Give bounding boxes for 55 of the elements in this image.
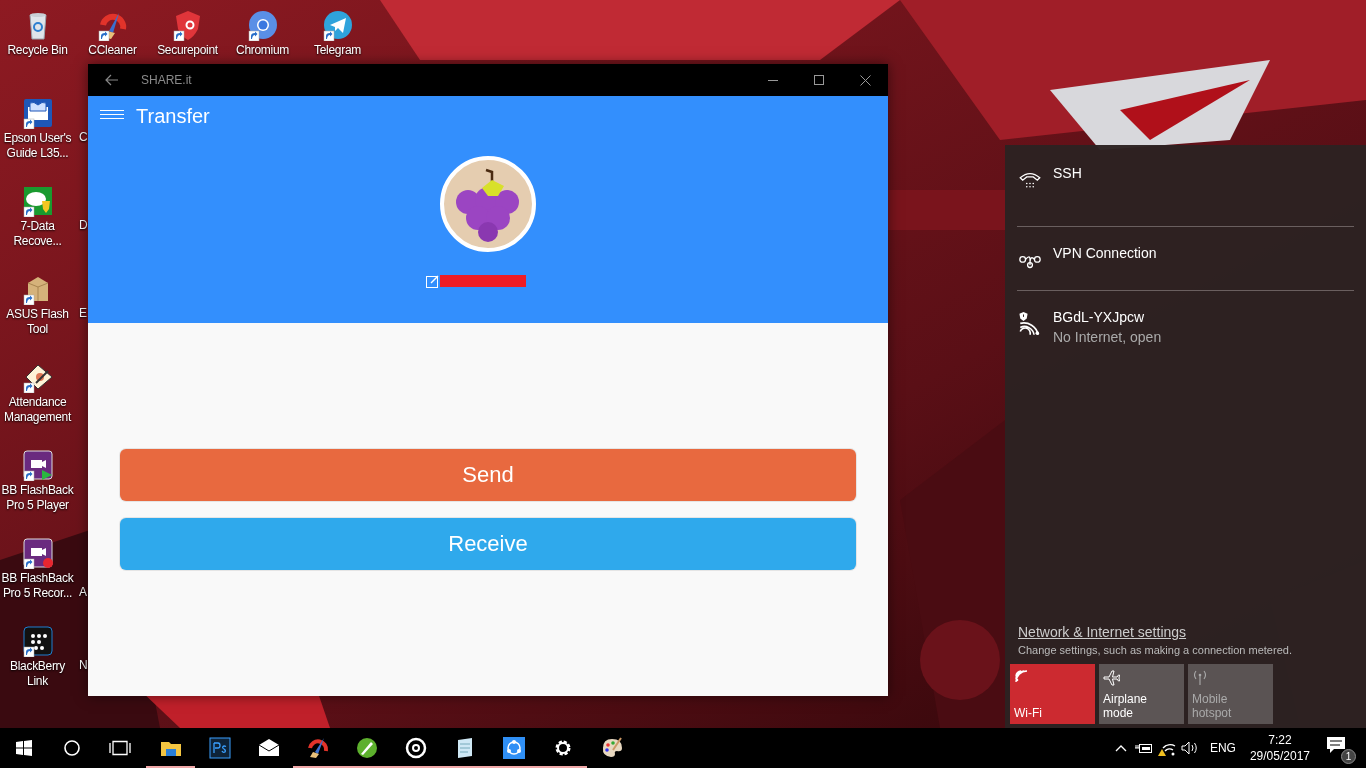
desktop-icon-label[interactable]: Epson User's Guide L35...: [0, 131, 75, 161]
desktop-icon-label[interactable]: BB FlashBack Pro 5 Recor...: [0, 571, 75, 601]
edit-icon[interactable]: [426, 274, 440, 288]
settings-link[interactable]: Network & Internet settings: [1018, 624, 1187, 640]
windows-icon: [16, 740, 32, 756]
globe-icon[interactable]: [246, 9, 279, 41]
back-arrow-icon[interactable]: [105, 74, 119, 86]
desktop-icon-label[interactable]: 7-Data Recove...: [0, 219, 75, 249]
desktop-icon-label[interactable]: Recycle Bin: [7, 43, 68, 58]
desktop-icon-label[interactable]: Telegram: [314, 43, 361, 58]
paper-plane-icon[interactable]: [321, 9, 354, 41]
network-item[interactable]: BGdL-YXJpcw No Internet, open: [1017, 291, 1354, 354]
desktop-icon-label[interactable]: ASUS Flash Tool: [0, 307, 75, 337]
desktop-icon-label[interactable]: E: [79, 306, 87, 321]
circle-icon: [64, 740, 80, 756]
input-language-button[interactable]: ENG: [1209, 741, 1236, 755]
airplane-icon: [1103, 669, 1121, 687]
desktop-icon-label[interactable]: BlackBerry Link: [0, 659, 75, 689]
disk-shield-icon[interactable]: [21, 185, 54, 217]
desktop-icon-label[interactable]: Chromium: [236, 43, 289, 58]
window-title: SHARE.it: [141, 73, 192, 87]
photo-editor-icon: [207, 736, 232, 760]
desktop-icon-label[interactable]: BB FlashBack Pro 5 Player: [0, 483, 75, 513]
action-center-button[interactable]: 1: [1326, 732, 1356, 764]
page-title: Transfer: [136, 104, 210, 128]
desktop-icon-label[interactable]: Securepoint: [157, 43, 218, 58]
network-item[interactable]: VPN Connection: [1017, 227, 1354, 290]
share-icon: [501, 736, 526, 760]
airplane-toggle[interactable]: Airplane mode: [1099, 664, 1184, 724]
dots-grid-icon[interactable]: [21, 625, 54, 657]
speaker-icon[interactable]: [1181, 740, 1200, 756]
desktop-icon-label[interactable]: Attendance Management: [0, 395, 75, 425]
maximize-icon: [814, 75, 824, 85]
chevron-up-icon: [1115, 744, 1128, 752]
brush-icon: [305, 736, 330, 760]
wifi-toggle[interactable]: Wi-Fi: [1010, 664, 1095, 724]
target-icon: [403, 736, 428, 760]
desktop-icon-label[interactable]: C: [79, 130, 88, 145]
desktop-icon-label[interactable]: D: [79, 218, 88, 233]
task-view-icon: [109, 740, 131, 756]
video-camera-icon[interactable]: [21, 449, 54, 481]
settings-hint: Change settings, such as making a connection metered.: [1018, 644, 1293, 656]
book-monitor-icon[interactable]: [21, 97, 54, 129]
desktop-icon-label[interactable]: N: [79, 658, 88, 673]
notification-count: 1: [1341, 749, 1356, 764]
network-item[interactable]: SSH: [1017, 145, 1354, 226]
message-icon: [1326, 736, 1346, 754]
grape-avatar-icon[interactable]: [440, 156, 536, 252]
menu-icon[interactable]: [100, 110, 124, 122]
desktop-icon-label[interactable]: CCleaner: [88, 43, 137, 58]
clock[interactable]: 7:22 29/05/2017: [1249, 732, 1310, 764]
battery-icon[interactable]: [1135, 742, 1154, 754]
desktop-icon-label[interactable]: A: [79, 585, 87, 600]
video-camera-icon[interactable]: [21, 537, 54, 569]
close-icon: [859, 74, 871, 86]
